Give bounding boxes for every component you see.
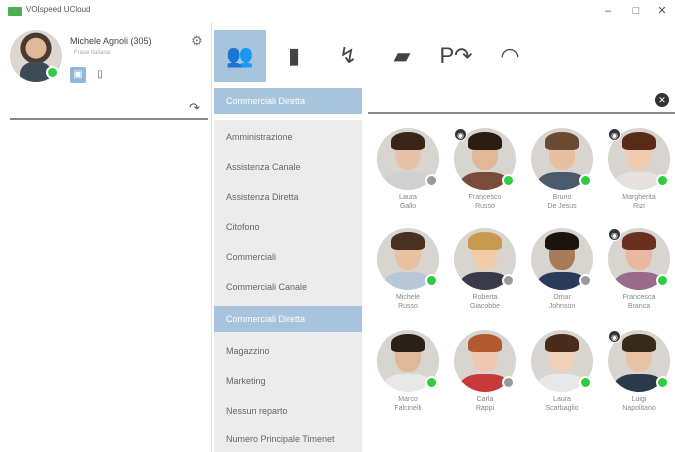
mobile-device-icon[interactable]: ▯ [92, 67, 108, 83]
minimize-button[interactable]: – [598, 3, 618, 19]
presence-status-indicator [656, 274, 669, 287]
presence-status-indicator [579, 376, 592, 389]
gear-icon[interactable]: ⚙ [191, 33, 203, 49]
desktop-device-icon[interactable]: ▣ [70, 67, 86, 83]
presence-status-indicator [579, 274, 592, 287]
mobile-status-icon: ◉ [608, 228, 621, 241]
user-name: Michele Agnoli (305) [70, 36, 152, 46]
presence-status-indicator [425, 376, 438, 389]
presence-status-indicator [502, 274, 515, 287]
presence-status-indicator [656, 376, 669, 389]
contacts-tab-button[interactable]: 👥 [214, 30, 266, 82]
presence-status-indicator [579, 174, 592, 187]
mobile-status-icon: ◉ [608, 128, 621, 141]
contact-card[interactable]: Marco Falcinelli [370, 330, 446, 426]
contacts-search-bar[interactable]: ✕ [368, 88, 675, 114]
contact-name: Francesca Branca [622, 294, 656, 310]
window-title: VOIspeed UCloud [26, 5, 91, 14]
call-history-tab-button[interactable]: ↯ [322, 30, 374, 82]
contact-name: Margherita Rizi [622, 194, 656, 210]
user-status-message[interactable]: Frase italiana [74, 50, 110, 56]
presence-status-indicator [425, 274, 438, 287]
chat-icon: ▰ [393, 43, 411, 68]
contact-name: Laura Gallo [399, 194, 417, 210]
dial-input-row[interactable]: ↷ [10, 98, 208, 120]
department-item[interactable]: Nessun reparto [214, 398, 362, 424]
contact-name: Michele Russo [395, 294, 421, 310]
department-item[interactable]: Numero Principale Timenet [214, 426, 362, 452]
contact-card[interactable]: ◉ Luigi Napolitano [601, 330, 675, 426]
department-item[interactable]: Citofono [214, 214, 362, 240]
call-history-icon: ↯ [338, 43, 358, 68]
department-item[interactable]: Amministrazione [214, 124, 362, 150]
presence-status-indicator [502, 376, 515, 389]
mobile-status-icon: ◉ [454, 128, 467, 141]
department-item-selected[interactable]: Commerciali Diretta [214, 306, 362, 332]
phonebook-icon: ▮ [287, 43, 301, 68]
contact-card[interactable]: Michele Russo [370, 228, 446, 324]
department-item[interactable]: Commerciali [214, 244, 362, 270]
app-logo-icon [8, 7, 22, 16]
contact-card[interactable]: ◉ Margherita Rizi [601, 128, 675, 224]
mobile-status-icon: ◉ [608, 330, 621, 343]
department-item[interactable]: Assistenza Diretta [214, 184, 362, 210]
contact-name: Bruno De Jesus [547, 194, 577, 210]
contact-card[interactable]: Laura Scarbaglio [524, 330, 600, 426]
phone-icon[interactable]: ↷ [189, 100, 200, 116]
gauge-icon: ◠ [500, 43, 520, 68]
contacts-icon: 👥 [226, 43, 254, 68]
presence-status-indicator [502, 174, 515, 187]
contact-card[interactable]: Carla Rappi [447, 330, 523, 426]
contact-name: Marco Falcinelli [394, 396, 422, 412]
contact-name: Francesco Russo [468, 194, 502, 210]
user-profile: Michele Agnoli (305) Frase italiana ⚙ ▣ … [0, 22, 212, 92]
contact-card[interactable]: Roberta Giacobbe [447, 228, 523, 324]
main-toolbar: 👥 ▮ ↯ ▰ P↷ ◠ [212, 22, 675, 88]
contact-name: Carla Rappi [475, 396, 495, 412]
contact-name: Omar Johnson [548, 294, 576, 310]
maximize-button[interactable]: □ [626, 3, 646, 19]
phonebook-tab-button[interactable]: ▮ [268, 30, 320, 82]
parking-tab-button[interactable]: P↷ [430, 30, 482, 82]
contact-name: Laura Scarbaglio [545, 396, 579, 412]
presence-status-indicator [656, 174, 669, 187]
contact-card[interactable]: ◉ Francesca Branca [601, 228, 675, 324]
contact-card[interactable]: Omar Johnson [524, 228, 600, 324]
department-dropdown[interactable]: Commerciali Diretta [214, 88, 362, 114]
department-item[interactable]: Magazzino [214, 338, 362, 364]
selected-department: Commerciali Diretta [226, 96, 306, 106]
chat-tab-button[interactable]: ▰ [376, 30, 428, 82]
contact-name: Roberta Giacobbe [470, 294, 500, 310]
department-item[interactable]: Marketing [214, 368, 362, 394]
dashboard-tab-button[interactable]: ◠ [484, 30, 536, 82]
contacts-grid: Laura Gallo ◉ Francesco Russo Bruno De Jesus ◉ M… [368, 116, 675, 452]
department-list: Amministrazione Assistenza Canale Assist… [214, 120, 362, 452]
user-status-indicator[interactable] [46, 66, 59, 79]
left-panel: Michele Agnoli (305) Frase italiana ⚙ ▣ … [0, 22, 212, 452]
presence-status-indicator [425, 174, 438, 187]
parking-icon: P↷ [439, 43, 473, 68]
title-bar: VOIspeed UCloud – □ ✕ [0, 0, 675, 22]
contact-card[interactable]: Bruno De Jesus [524, 128, 600, 224]
department-item[interactable]: Assistenza Canale [214, 154, 362, 180]
contact-card[interactable]: Laura Gallo [370, 128, 446, 224]
close-icon[interactable]: ✕ [655, 93, 669, 107]
department-item[interactable]: Commerciali Canale [214, 274, 362, 300]
contact-name: Luigi Napolitano [622, 396, 656, 412]
close-window-button[interactable]: ✕ [652, 3, 672, 19]
contact-card[interactable]: ◉ Francesco Russo [447, 128, 523, 224]
